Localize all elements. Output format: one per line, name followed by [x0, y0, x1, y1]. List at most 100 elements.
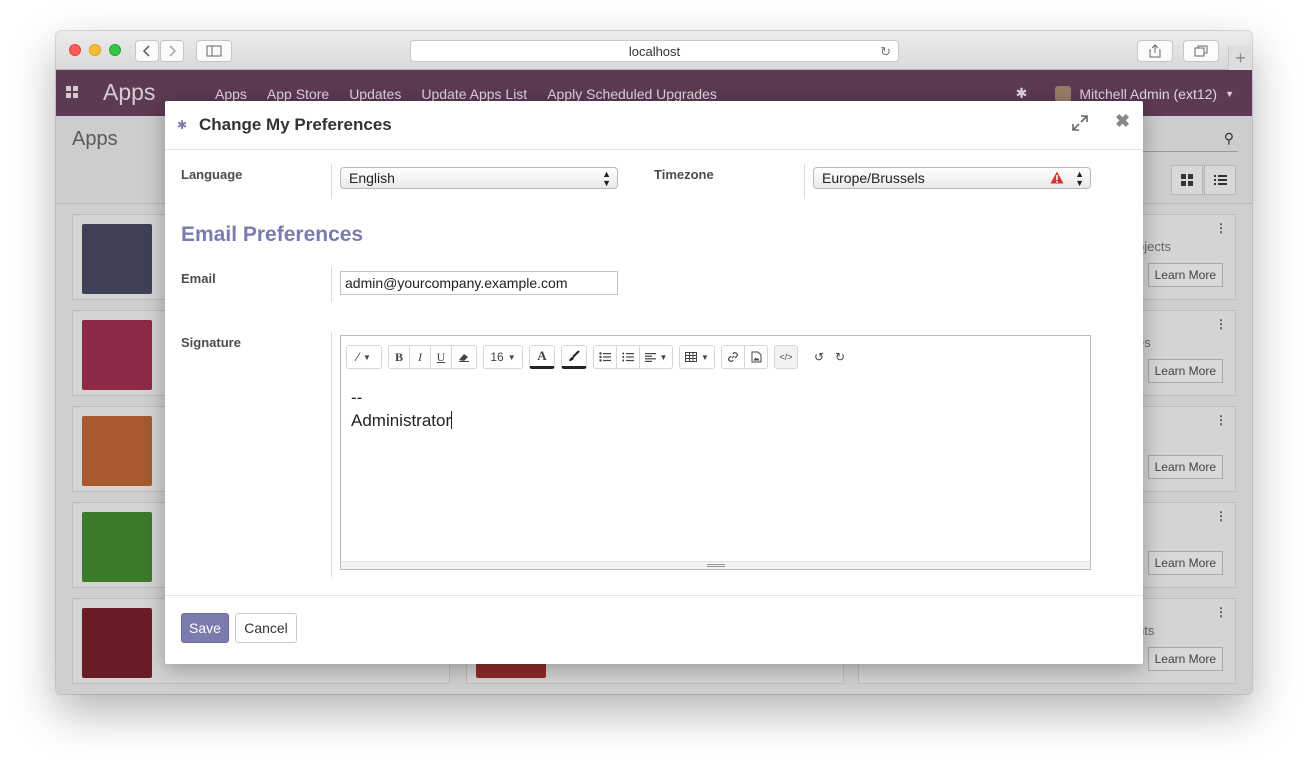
dialog-title: Change My Preferences [199, 115, 392, 134]
card-menu-icon[interactable]: ⋮ [1215, 605, 1227, 619]
table-icon [685, 352, 698, 362]
menu-apply-scheduled-upgrades[interactable]: Apply Scheduled Upgrades [547, 86, 717, 102]
background-color-button[interactable] [561, 345, 587, 369]
select-arrows-icon: ▲ ▼ [602, 169, 611, 188]
divider [804, 164, 805, 199]
paragraph-align-dropdown[interactable]: ▼ [639, 345, 673, 369]
link-button[interactable] [721, 345, 745, 369]
chevron-right-icon [169, 45, 176, 57]
search-icon[interactable]: ⚲ [1224, 130, 1234, 147]
app-grid-icon[interactable] [66, 86, 78, 98]
preferences-dialog: ✱ Change My Preferences ✖ Language Engli… [165, 101, 1143, 664]
code-view-button[interactable]: </> [774, 345, 798, 369]
learn-more-button[interactable]: Learn More [1147, 359, 1223, 383]
underline-button[interactable]: U [430, 345, 452, 369]
eraser-button[interactable] [451, 345, 477, 369]
back-button[interactable] [135, 40, 159, 62]
user-menu[interactable]: Mitchell Admin (ext12) [1079, 86, 1217, 102]
caret-down-icon: ▼ [363, 352, 371, 362]
learn-more-button[interactable]: Learn More [1147, 551, 1223, 575]
image-icon [751, 351, 761, 363]
text-cursor [451, 411, 453, 429]
sidebar-toggle-button[interactable] [196, 40, 232, 62]
page-title: Apps [72, 128, 118, 150]
divider [331, 267, 332, 302]
app-icon [82, 416, 152, 486]
share-icon [1149, 44, 1161, 58]
zoom-window-button[interactable] [109, 44, 121, 56]
expand-icon[interactable] [1071, 114, 1089, 137]
bold-button[interactable]: B [388, 345, 410, 369]
style-dropdown[interactable]: ⁄ ▼ [346, 345, 382, 369]
cancel-button[interactable]: Cancel [235, 613, 297, 643]
select-arrows-icon: ▲ ▼ [1075, 169, 1084, 188]
caret-down-icon[interactable]: ▼ [1225, 89, 1234, 99]
menu-update-apps-list[interactable]: Update Apps List [421, 86, 527, 102]
dialog-footer: Save Cancel [165, 595, 1143, 664]
bullet-list-icon [599, 352, 611, 362]
debug-bug-icon[interactable]: ✱ [177, 118, 187, 132]
table-dropdown[interactable]: ▼ [679, 345, 715, 369]
email-label: Email [181, 271, 216, 286]
redo-button[interactable]: ↻ [829, 345, 851, 369]
undo-icon: ↺ [813, 350, 825, 364]
save-button[interactable]: Save [181, 613, 229, 643]
new-tab-button[interactable]: + [1228, 46, 1252, 70]
menu-updates[interactable]: Updates [349, 86, 401, 102]
list-view-button[interactable] [1204, 165, 1236, 195]
tabs-overview-button[interactable] [1183, 40, 1219, 62]
warning-icon[interactable] [1050, 171, 1064, 187]
card-menu-icon[interactable]: ⋮ [1215, 413, 1227, 427]
card-menu-icon[interactable]: ⋮ [1215, 317, 1227, 331]
minimize-window-button[interactable] [89, 44, 101, 56]
editor-resize-handle[interactable] [341, 561, 1090, 569]
timezone-value: Europe/Brussels [822, 170, 925, 186]
kanban-view-button[interactable] [1171, 165, 1203, 195]
numbered-list-button[interactable] [616, 345, 640, 369]
link-icon [728, 352, 738, 362]
undo-button[interactable]: ↺ [808, 345, 830, 369]
language-select[interactable]: English ▲ ▼ [340, 167, 618, 189]
search-input[interactable]: ⚲ [1141, 126, 1238, 152]
signature-line: Administrator [351, 411, 452, 430]
menu-apps[interactable]: Apps [215, 86, 247, 102]
dialog-header: ✱ Change My Preferences ✖ [165, 101, 1143, 150]
app-icon [82, 608, 152, 678]
chevron-left-icon [143, 45, 150, 57]
sidebar-icon [206, 45, 222, 57]
italic-button[interactable]: I [409, 345, 431, 369]
email-field[interactable]: admin@yourcompany.example.com [340, 271, 618, 295]
debug-bug-icon[interactable]: ✱ [1016, 85, 1028, 102]
signature-content[interactable]: -- Administrator [351, 386, 453, 432]
card-menu-icon[interactable]: ⋮ [1215, 221, 1227, 235]
tabs-icon [1194, 45, 1208, 57]
signature-editor[interactable]: ⁄ ▼ B I U 16 ▼ A ▼ ▼ </> ↺ ↻ -- Administ… [340, 335, 1091, 570]
learn-more-button[interactable]: Learn More [1147, 455, 1223, 479]
code-icon: </> [779, 352, 793, 362]
language-label: Language [181, 167, 243, 182]
address-bar[interactable]: localhost ↻ [410, 40, 899, 62]
timezone-select[interactable]: Europe/Brussels ▲ ▼ [813, 167, 1091, 189]
font-color-icon: A [537, 348, 547, 363]
avatar[interactable] [1055, 85, 1072, 102]
learn-more-button[interactable]: Learn More [1147, 263, 1223, 287]
close-icon[interactable]: ✖ [1115, 111, 1130, 132]
magic-wand-icon: ⁄ [357, 350, 360, 364]
image-button[interactable] [744, 345, 768, 369]
reload-icon[interactable]: ↻ [880, 44, 891, 60]
divider [331, 332, 332, 577]
card-menu-icon[interactable]: ⋮ [1215, 509, 1227, 523]
share-button[interactable] [1137, 40, 1173, 62]
font-size-dropdown[interactable]: 16 ▼ [483, 345, 523, 369]
numbered-list-icon [622, 352, 634, 362]
app-icon [82, 320, 152, 390]
forward-button[interactable] [160, 40, 184, 62]
close-window-button[interactable] [69, 44, 81, 56]
font-color-button[interactable]: A [529, 345, 555, 369]
align-left-icon [644, 352, 656, 362]
signature-line: -- [351, 388, 363, 407]
caret-down-icon: ▼ [701, 352, 709, 362]
bullet-list-button[interactable] [593, 345, 617, 369]
learn-more-button[interactable]: Learn More [1147, 647, 1223, 671]
menu-app-store[interactable]: App Store [267, 86, 329, 102]
